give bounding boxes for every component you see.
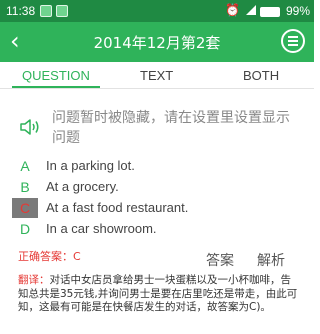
option-c[interactable]: C At a fast food restaurant.	[0, 198, 314, 218]
app-header: ‹ 2014年12月第2套	[0, 22, 314, 62]
option-text: At a fast food restaurant.	[46, 200, 189, 215]
status-time: 11:38	[6, 4, 36, 18]
signal-icon	[246, 5, 256, 15]
translation-label: 翻译：	[18, 274, 50, 286]
option-text: In a parking lot.	[46, 158, 135, 173]
page-title: 2014年12月第2套	[93, 34, 221, 52]
answer-button[interactable]: 答案	[206, 250, 234, 270]
speaker-icon[interactable]	[18, 118, 42, 136]
option-letter: D	[19, 221, 31, 237]
hidden-question-notice: 问题暂时被隐藏，请在设置里设置显示问题	[52, 110, 290, 146]
option-letter: B	[20, 179, 30, 195]
notification-icon	[40, 5, 52, 17]
notification-icon	[56, 5, 68, 17]
battery-percent: 99%	[285, 4, 310, 18]
explain-button[interactable]: 解析	[257, 250, 285, 270]
option-text: At a grocery.	[46, 179, 119, 194]
tab-question[interactable]: QUESTION	[22, 68, 90, 83]
tab-both[interactable]: BOTH	[243, 68, 279, 83]
translation: 翻译：对话中女店员拿给男士一块蛋糕以及一小杯咖啡，告知总共是35元钱,并询问男士…	[18, 274, 300, 315]
option-letter: C	[12, 198, 38, 218]
alarm-icon: ⏰	[225, 3, 240, 17]
correct-answer: 正确答案：C	[18, 250, 81, 263]
tab-text[interactable]: TEXT	[140, 68, 173, 83]
option-b[interactable]: B At a grocery.	[0, 177, 314, 197]
translation-text: 对话中女店员拿给男士一块蛋糕以及一小杯咖啡，告知总共是35元钱,并询问男士是要在…	[18, 274, 298, 313]
option-letter: A	[20, 158, 30, 174]
tab-indicator	[12, 86, 100, 88]
status-bar: 11:38 ⏰ 99%	[0, 0, 314, 22]
option-a[interactable]: A In a parking lot.	[0, 156, 314, 176]
battery-icon	[260, 7, 280, 17]
tab-bar: QUESTION TEXT BOTH	[0, 62, 314, 89]
option-d[interactable]: D In a car showroom.	[0, 219, 314, 239]
option-text: In a car showroom.	[46, 221, 157, 236]
menu-icon[interactable]	[281, 29, 305, 53]
